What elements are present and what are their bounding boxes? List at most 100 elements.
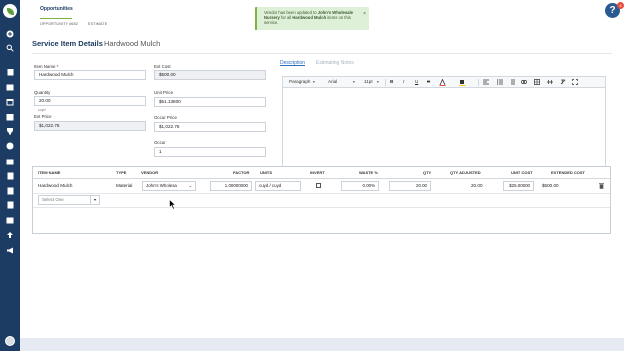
sidebar-add-icon[interactable] <box>6 30 14 38</box>
chevron-down-icon: ▾ <box>90 196 99 204</box>
quantity-input[interactable]: 20.00 <box>34 96 146 106</box>
calendar-alt-icon[interactable] <box>6 113 14 121</box>
sidebar <box>0 0 20 351</box>
item-name-label: Item Name * <box>34 64 59 69</box>
occur-price-input[interactable]: $1,022.76 <box>154 122 266 132</box>
col-qty: QTY <box>423 170 432 175</box>
col-type: TYPE <box>116 170 127 175</box>
app-logo[interactable] <box>3 4 17 18</box>
close-icon[interactable]: × <box>363 12 366 17</box>
strikethrough-button[interactable]: S <box>427 79 430 84</box>
tab-description[interactable]: Description <box>280 60 305 66</box>
toast-item: Hardwood Mulch <box>292 15 327 20</box>
paragraph-select[interactable]: Paragraph <box>289 79 310 84</box>
upload-icon[interactable] <box>6 231 14 239</box>
leaf-icon <box>6 7 14 15</box>
col-waste: WASTE % <box>359 170 378 175</box>
calendar-icon[interactable] <box>6 98 14 106</box>
waste-input[interactable]: 0.00% <box>341 181 379 191</box>
success-toast: Vendor has been updated to John's Wholes… <box>255 7 369 32</box>
bold-button[interactable]: B <box>390 79 393 84</box>
cell-item-name: Hardwood Mulch <box>38 183 73 188</box>
chevron-down-icon[interactable]: ▾ <box>353 80 355 84</box>
fullscreen-icon[interactable] <box>572 79 578 86</box>
cell-qty-adjusted: 20.00 <box>471 183 483 188</box>
unit-price-input[interactable]: $51.13800 <box>154 97 266 107</box>
row-divider <box>33 193 610 194</box>
table-icon[interactable] <box>534 79 540 86</box>
occur-price-label: Occur Price <box>154 115 177 120</box>
archive-icon[interactable] <box>6 216 14 224</box>
app-window: Opportunities OPPORTUNITY #682 ESTIMATE … <box>0 0 624 351</box>
row-divider <box>33 207 610 208</box>
numbered-list-icon[interactable] <box>509 79 515 86</box>
col-item-name: ITEM NAME <box>38 170 61 175</box>
col-unit-cost: UNIT COST <box>511 170 533 175</box>
receipt-icon[interactable] <box>6 187 14 195</box>
ext-price-label: Ext Price <box>34 114 52 119</box>
section-title[interactable]: Opportunities <box>40 6 73 12</box>
trash-icon[interactable] <box>599 183 604 189</box>
chevron-down-icon[interactable]: ▾ <box>377 80 379 84</box>
font-select[interactable]: Arial <box>328 79 337 84</box>
user-avatar[interactable] <box>5 336 15 346</box>
cell-extended-cost: $500.00 <box>542 183 559 188</box>
section-underline <box>40 18 72 19</box>
quantity-label: Quantity <box>34 90 51 95</box>
chevron-down-icon[interactable]: ▾ <box>313 80 315 84</box>
unit-cost-input[interactable]: $25.00000 <box>503 181 534 191</box>
megaphone-icon[interactable] <box>6 246 14 254</box>
vendor-select[interactable]: John's Wholesa ⌄ <box>142 181 196 191</box>
report-icon[interactable] <box>6 201 14 209</box>
ext-cost-field: $500.00 <box>154 70 266 80</box>
page-title: Service Item Details <box>32 39 103 48</box>
clipboard-icon[interactable] <box>6 68 14 76</box>
breadcrumb-estimate[interactable]: ESTIMATE <box>88 22 107 26</box>
add-item-placeholder: Select One <box>42 197 64 202</box>
remove-format-icon[interactable] <box>560 79 566 86</box>
underline-button[interactable]: U <box>415 79 418 84</box>
invert-checkbox[interactable] <box>316 183 321 188</box>
factor-input[interactable]: 1.00000000 <box>210 181 252 191</box>
qty-input[interactable]: 20.00 <box>389 181 431 191</box>
col-factor: FACTOR <box>233 170 250 175</box>
cell-type: Material <box>116 183 133 188</box>
trophy-icon[interactable] <box>6 127 14 135</box>
add-item-select[interactable]: Select One ▾ <box>38 195 100 205</box>
dollar-icon[interactable] <box>6 142 14 150</box>
search-icon[interactable] <box>6 44 14 52</box>
bullet-list-icon[interactable] <box>497 79 503 86</box>
text-color-icon[interactable] <box>439 78 446 87</box>
font-size-select[interactable]: 11pt <box>364 79 373 84</box>
editor-toolbar: Paragraph ▾ Arial ▾ 11pt ▾ B I U S <box>283 77 605 88</box>
notification-badge: 4 <box>617 2 624 9</box>
col-vendor: VENDOR <box>141 170 159 175</box>
unit-price-label: Unit Price <box>154 90 174 95</box>
ext-cost-label: Ext Cost <box>154 64 171 69</box>
col-extended-cost: EXTENDED COST <box>551 170 586 175</box>
inbox-icon[interactable] <box>6 83 14 91</box>
toolbar-divider <box>385 79 386 86</box>
col-units: UNITS <box>260 170 272 175</box>
briefcase-icon[interactable] <box>6 157 14 165</box>
occur-input[interactable]: 1 <box>154 147 266 157</box>
main-panel: Service Item Details Hardwood Mulch Item… <box>20 30 624 338</box>
header-divider <box>33 178 610 179</box>
service-items-grid: ITEM NAME TYPE VENDOR FACTOR UNITS INVER… <box>32 166 611 234</box>
page-subtitle: Hardwood Mulch <box>104 39 161 48</box>
item-name-input[interactable]: Hardwood Mulch <box>34 70 146 80</box>
document-icon[interactable] <box>6 172 14 180</box>
quantity-unit: cuyd <box>38 108 46 112</box>
link-icon[interactable] <box>521 79 527 86</box>
breadcrumb-opportunity[interactable]: OPPORTUNITY #682 <box>40 22 78 26</box>
units-input[interactable]: cuyd / cuyd <box>255 181 301 191</box>
align-icon[interactable] <box>483 79 489 86</box>
highlight-icon[interactable] <box>459 79 466 87</box>
col-qty-adjusted: QTY ADJUSTED <box>450 170 481 175</box>
tab-estimating-notes[interactable]: Estimating Notes <box>316 60 354 66</box>
special-char-icon[interactable] <box>547 79 553 86</box>
description-editor[interactable]: Paragraph ▾ Arial ▾ 11pt ▾ B I U S <box>282 76 606 179</box>
chevron-down-icon: ⌄ <box>188 183 192 188</box>
vendor-select-value: John's Wholesa <box>146 183 177 188</box>
italic-button[interactable]: I <box>403 79 404 84</box>
